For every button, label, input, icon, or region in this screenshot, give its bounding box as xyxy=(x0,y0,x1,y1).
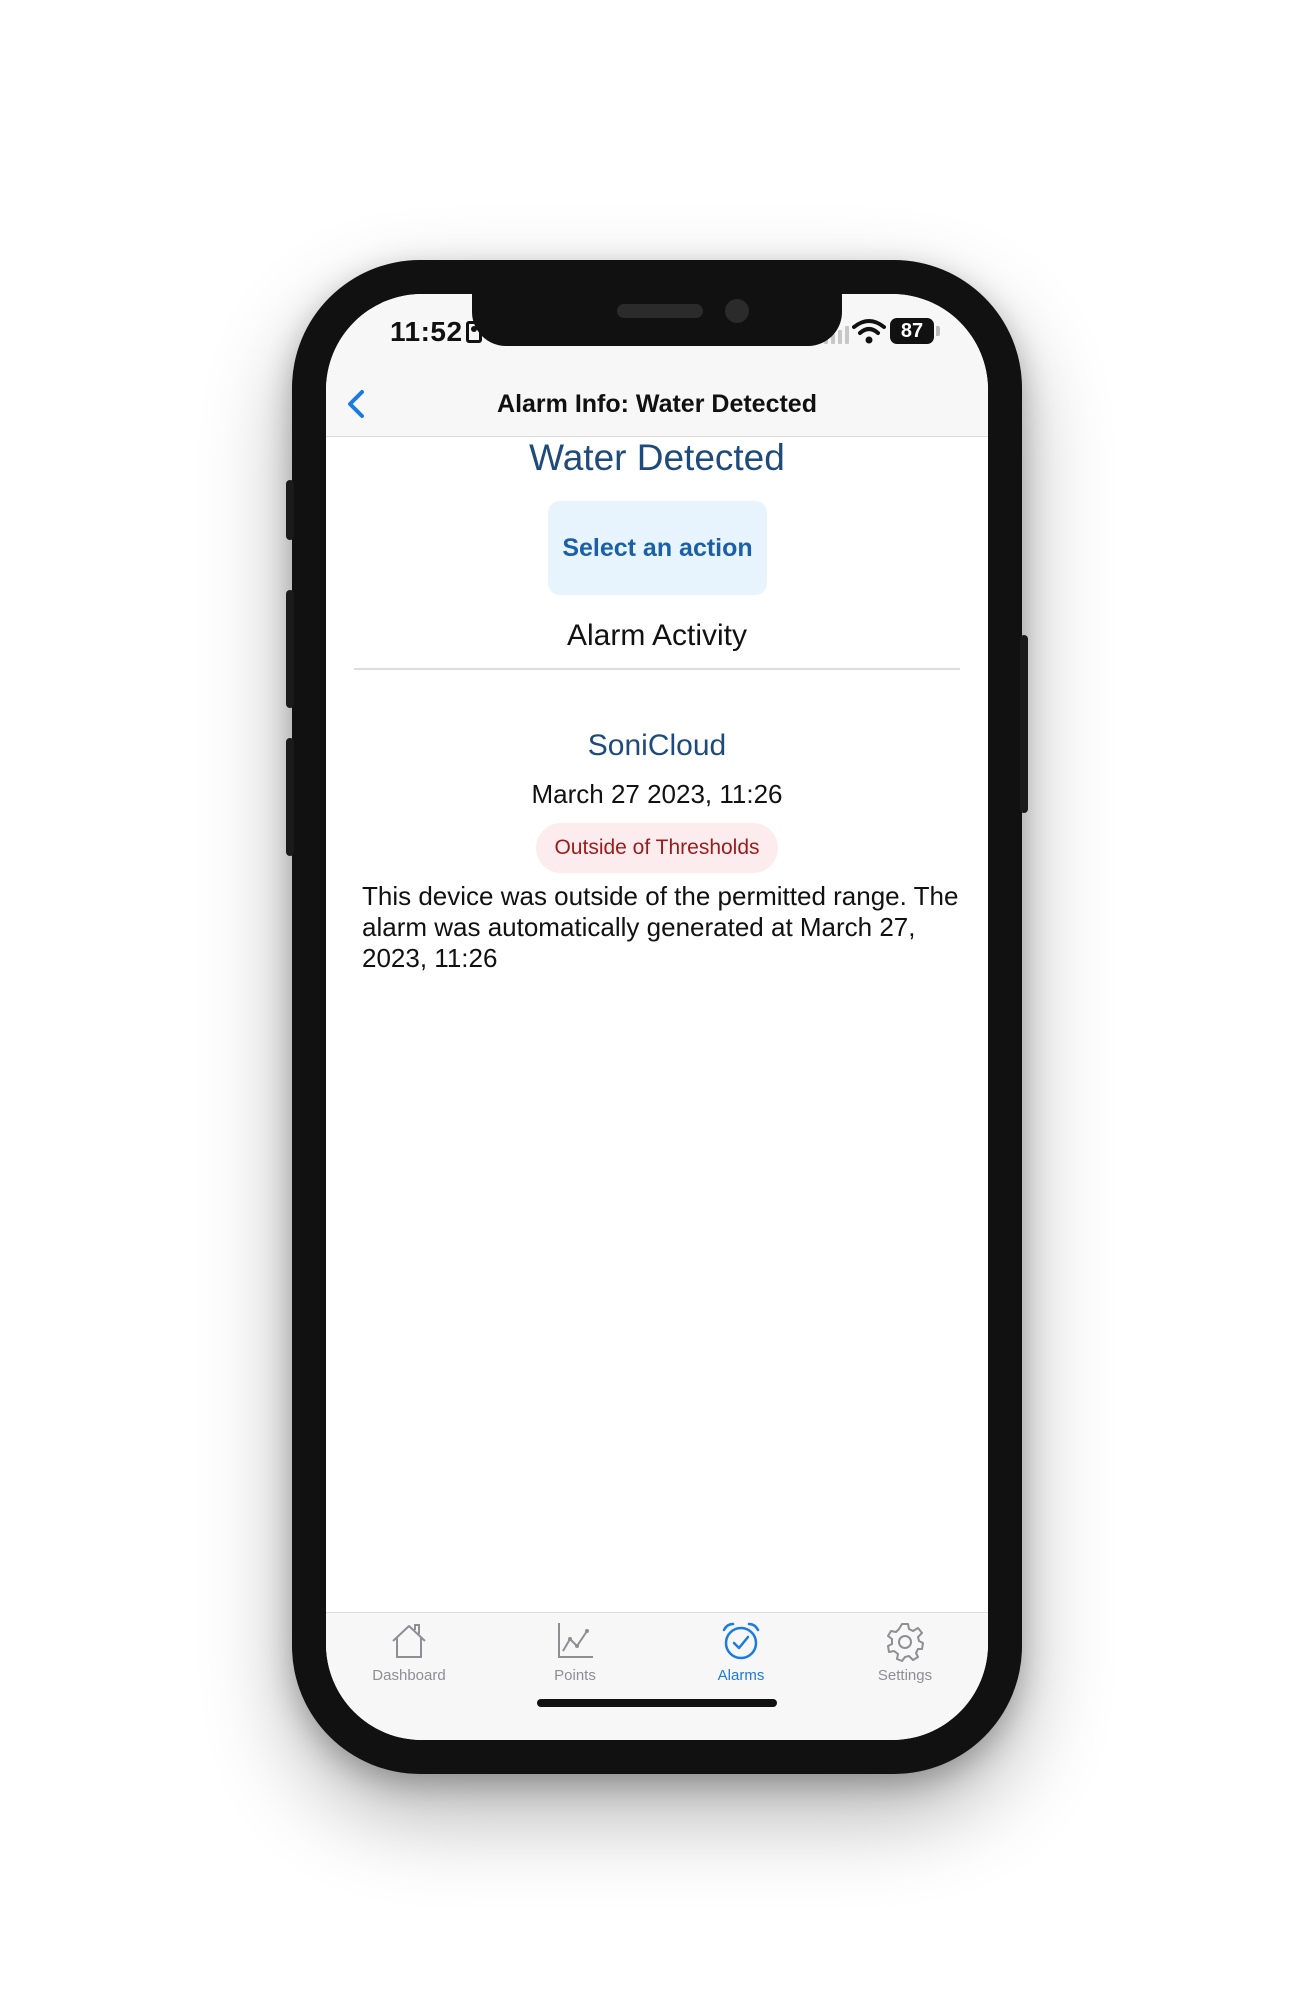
alarm-activity-heading: Alarm Activity xyxy=(566,619,748,652)
wifi-icon xyxy=(852,319,886,344)
stage: 11:52 87 Alarm Info: Water Detected Wate… xyxy=(0,0,1314,2000)
volume-down-button xyxy=(286,738,294,856)
battery-icon: 87 xyxy=(890,318,934,344)
notch xyxy=(472,294,842,346)
tab-bar: Dashboard Points Alarms Settings xyxy=(326,1612,988,1740)
select-action-button[interactable]: Select an action xyxy=(548,501,767,595)
status-badge: Outside of Thresholds xyxy=(536,823,778,873)
power-button xyxy=(1020,635,1028,813)
page-title: Alarm Info: Water Detected xyxy=(497,390,817,418)
tab-points[interactable]: Points xyxy=(492,1613,658,1703)
tab-label: Dashboard xyxy=(372,1667,446,1684)
section-divider xyxy=(354,668,960,670)
status-time: 11:52 xyxy=(390,316,463,347)
activity-description: This device was outside of the permitted… xyxy=(362,881,959,973)
alarm-clock-icon xyxy=(722,1622,760,1660)
phone-frame: 11:52 87 Alarm Info: Water Detected Wate… xyxy=(286,260,1028,1774)
battery-tip xyxy=(936,326,940,336)
alarm-title: Water Detected xyxy=(529,437,785,478)
tab-dashboard[interactable]: Dashboard xyxy=(326,1613,492,1703)
activity-date: March 27 2023, 11:26 xyxy=(531,779,783,809)
chart-icon xyxy=(558,1623,593,1658)
silent-switch xyxy=(286,480,294,540)
speaker-grille xyxy=(617,304,703,318)
front-camera xyxy=(725,299,749,323)
gear-icon xyxy=(887,1623,924,1662)
volume-up-button xyxy=(286,590,294,708)
tab-alarms[interactable]: Alarms xyxy=(658,1613,824,1703)
tab-label: Settings xyxy=(877,1667,933,1684)
activity-source: SoniCloud xyxy=(587,729,727,762)
tab-settings[interactable]: Settings xyxy=(822,1613,988,1703)
home-indicator[interactable] xyxy=(537,1699,777,1707)
back-button[interactable] xyxy=(338,384,378,424)
screen: 11:52 87 Alarm Info: Water Detected Wate… xyxy=(326,294,988,1740)
chevron-left-icon xyxy=(348,390,364,418)
house-icon xyxy=(392,1624,426,1658)
tab-label: Alarms xyxy=(717,1667,765,1684)
tab-label: Points xyxy=(554,1667,596,1684)
navigation-bar: Alarm Info: Water Detected xyxy=(326,374,988,437)
